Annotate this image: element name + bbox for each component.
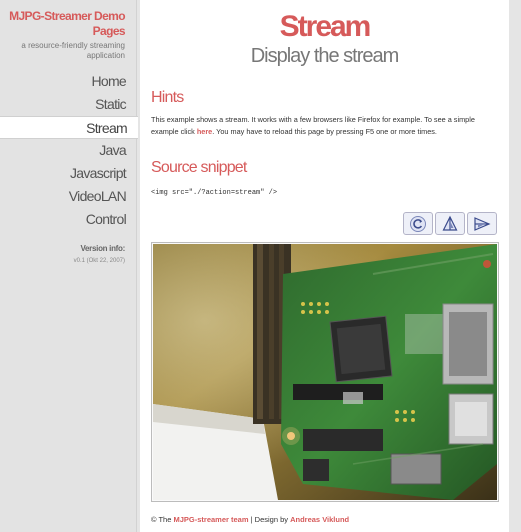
hint-here-link[interactable]: here — [197, 127, 212, 136]
code-snippet: <img src="./?action=stream" /> — [151, 189, 278, 197]
flip-button[interactable] — [435, 212, 465, 235]
page-title: Stream — [279, 10, 372, 43]
nav-item-java[interactable]: Java — [0, 139, 137, 162]
stream-frame — [151, 242, 499, 502]
main-content: Stream Display the stream Hints This exa… — [140, 0, 509, 532]
hints-heading: Hints — [151, 89, 184, 106]
brand-subtitle: a resource-friendly streaming applicatio… — [21, 41, 125, 60]
sidebar-nav: Home Static Stream Java Javascript Video… — [0, 70, 138, 231]
footer: © The MJPG-streamer team | Design by And… — [151, 515, 349, 524]
nav-item-static[interactable]: Static — [0, 93, 137, 116]
designer-link[interactable]: Andreas Viklund — [290, 515, 349, 524]
brand: MJPG-Streamer Demo Pages a resource-frie… — [0, 9, 126, 61]
stream-image — [153, 244, 497, 500]
team-link[interactable]: MJPG-streamer team — [173, 515, 248, 524]
page: MJPG-Streamer Demo Pages a resource-frie… — [0, 0, 521, 532]
version-value: v0.1 (Okt 22, 2007) — [73, 258, 125, 264]
hint-paragraph: This example shows a stream. It works wi… — [151, 114, 501, 138]
footer-mid: | Design by — [248, 515, 291, 524]
rotate-icon — [410, 215, 426, 232]
rotate-button[interactable] — [403, 212, 433, 235]
version-label: Version info: — [80, 244, 125, 253]
brand-title[interactable]: MJPG-Streamer Demo Pages — [0, 9, 126, 39]
mirror-button[interactable] — [467, 212, 497, 235]
nav-item-home[interactable]: Home — [0, 70, 137, 93]
source-snippet-heading: Source snippet — [151, 159, 247, 176]
page-subtitle: Display the stream — [250, 45, 400, 67]
footer-prefix: © The — [151, 515, 174, 524]
version-info: Version info: v0.1 (Okt 22, 2007) — [73, 244, 126, 264]
hint-text-end: . You may have to reload this page by pr… — [212, 127, 437, 136]
nav-item-control[interactable]: Control — [0, 208, 137, 231]
flip-icon — [442, 215, 458, 231]
mirror-icon — [474, 216, 491, 231]
image-toolbar — [403, 212, 497, 235]
sidebar: MJPG-Streamer Demo Pages a resource-frie… — [0, 0, 138, 532]
nav-item-videolan[interactable]: VideoLAN — [0, 185, 137, 208]
nav-item-stream[interactable]: Stream — [0, 116, 138, 139]
nav-item-javascript[interactable]: Javascript — [0, 162, 137, 185]
